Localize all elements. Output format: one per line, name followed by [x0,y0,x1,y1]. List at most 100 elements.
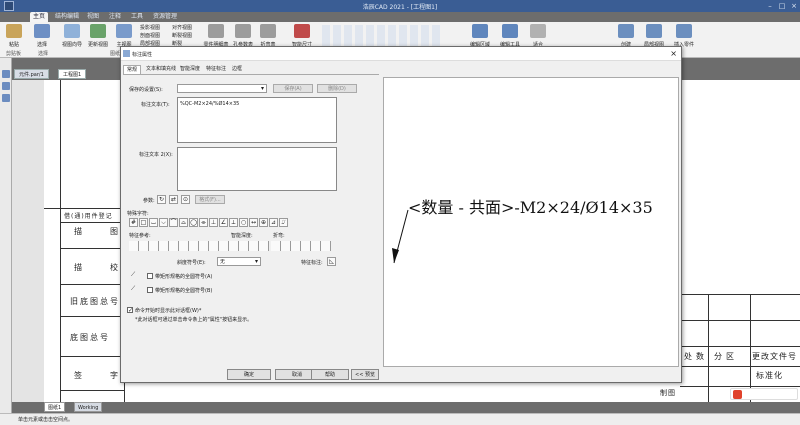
close-icon[interactable]: × [788,1,800,11]
group-clipboard: 剪贴板 [6,51,22,57]
dialog-titlebar: 标注属性 × [121,47,681,61]
special-char-icon[interactable]: ⌒ [169,218,178,227]
special-char-icon[interactable]: ⊥ [209,218,218,227]
row-base-number: 底图总号 [70,333,110,342]
special-char-icon[interactable]: ⊿ [269,218,278,227]
bevel-label: 斜度符号(E): [177,260,206,266]
ime-toolbar[interactable] [730,388,798,400]
tool-icon-3[interactable] [2,94,10,102]
special-char-icon[interactable]: ⌓ [179,218,188,227]
help-button[interactable]: 帮助 [311,369,349,380]
tool-icon-2[interactable] [2,82,10,90]
status-bar: 单击元素或击击空间点。 [0,413,800,425]
menu-tab-resources[interactable]: 资源管理 [150,12,180,22]
preview-callout-text: <数量 - 共面>-M2×24/Ø14×35 [408,198,653,217]
row-check: 描 校 [74,263,122,272]
row-signature: 签 字 [74,371,122,380]
param-icon-2[interactable]: ⇄ [169,195,178,204]
feature-ref-label: 特征参考: [129,233,151,239]
sheet-tab-working[interactable]: Working [74,402,103,412]
break-view-item[interactable]: 断裂视图 [172,32,192,39]
menu-tab-home[interactable]: 主页 [30,12,49,22]
menu-tab-structure[interactable]: 结构编辑 [52,12,82,22]
special-char-icon[interactable]: # [129,218,138,227]
footer-count: 处数 [684,352,708,361]
special-char-icon[interactable]: □ [139,218,148,227]
tab-smart-depth[interactable]: 智能深度 [177,65,203,74]
drawing-margin [12,80,44,402]
dialog-title: 标注属性 [132,52,153,58]
drafter-label: 制图 [660,389,676,397]
arrow-icon-1: ⟋ [131,271,136,278]
doctab-part[interactable]: 元件.par/1 [14,69,49,79]
special-char-icon[interactable]: ⌵ [159,218,168,227]
tab-feature-callout[interactable]: 特征标注 [203,65,229,74]
menu-tab-view[interactable]: 视图 [84,12,102,22]
special-char-icon[interactable]: ⟂ [229,218,238,227]
bevel-select[interactable]: 无 ▾ [217,257,261,266]
param-icon-1[interactable]: ↻ [157,195,166,204]
special-chars-label: 特殊字符: [127,211,149,217]
tab-border[interactable]: 边框 [229,65,245,74]
special-char-icon[interactable]: ◯ [189,218,198,227]
section-view-item[interactable]: 剖面视图 [140,32,160,39]
checkbox-b-label: 带矩形规格的全圆符号(B) [155,288,213,294]
feature-note-icon[interactable]: ◺ [327,257,336,266]
special-char-icon[interactable]: ⌴ [149,218,158,227]
checkbox-a-label: 带矩形规格的全圆符号(A) [155,274,213,280]
special-chars-row: # □ ⌴ ⌵ ⌒ ⌓ ◯ ⌯ ⊥ ∠ ⟂ ○ ↔ ⊕ ⊿ ⌰ [129,218,299,228]
show-dialog-label: 命令开始时显示此对话框(W)* [135,308,202,314]
window-title: 浩辰CAD 2021 - [工程图1] [362,4,438,11]
special-char-icon[interactable]: ↔ [249,218,258,227]
left-toolbar [0,58,12,413]
update-view-button[interactable]: 更新视图 [86,24,110,62]
special-char-icon[interactable]: ⌰ [279,218,288,227]
row-trace: 描 图 [74,227,122,236]
save-button[interactable]: 保存(A) [273,84,313,93]
annotation-text2-input[interactable] [177,147,337,191]
annotation-text2-label: 标注文本 2(X): [139,152,173,158]
param-icon-3[interactable]: ⊙ [181,195,190,204]
fold-row[interactable] [271,241,331,251]
special-char-icon[interactable]: ⌯ [199,218,208,227]
group-select: 选择 [38,51,49,57]
document-tabs: 元件.par/1 工程图1 [12,68,122,79]
maximize-icon[interactable]: □ [776,1,788,11]
doctab-drawing[interactable]: 工程图1 [58,69,87,79]
format-button[interactable]: 格式(F)... [195,195,225,204]
sheet-tabs: 图纸1 Working [12,402,132,412]
checkbox-b[interactable] [147,287,153,293]
status-text: 单击元素或击击空间点。 [18,417,74,423]
special-char-icon[interactable]: ∠ [219,218,228,227]
minimize-icon[interactable]: – [764,1,776,11]
special-char-icon[interactable]: ○ [239,218,248,227]
saved-settings-label: 保存的设置(S): [129,87,163,93]
dialog-close-icon[interactable]: × [670,49,677,58]
projection-view-item[interactable]: 投影视图 [140,24,160,31]
feature-note-label: 特征标注: [301,260,323,266]
special-char-icon[interactable]: ⊕ [259,218,268,227]
params-label: 参数: [143,198,155,204]
annotation-properties-dialog: 标注属性 × 常规 文本和填充线 智能深度 特征标注 边框 保存的设置(S): … [120,46,682,383]
smart-depth-label: 智能深度: [231,233,253,239]
title-bar: 浩辰CAD 2021 - [工程图1] – □ × [0,0,800,12]
fold-label: 折弯: [273,233,285,239]
saved-settings-select[interactable]: ▾ [177,84,267,93]
tab-text-fill[interactable]: 文本和填充线 [143,65,179,74]
tab-general[interactable]: 常规 [123,65,142,74]
menu-tab-annotate[interactable]: 注释 [106,12,124,22]
show-dialog-checkbox[interactable]: ✓ [127,307,133,314]
annotation-text-label: 标注文本(T): [141,102,170,108]
sheet-tab-1[interactable]: 图纸1 [44,402,66,412]
feature-ref-row[interactable] [129,241,269,251]
delete-button[interactable]: 删除(D) [317,84,357,93]
view-wizard-button[interactable]: 视图向导 [60,24,84,62]
menu-tab-tools[interactable]: 工具 [128,12,146,22]
arrow-icon-2: ⟋ [131,285,136,292]
checkbox-a[interactable] [147,273,153,279]
ok-button[interactable]: 确定 [227,369,271,380]
align-view-item[interactable]: 对齐视图 [172,24,192,31]
preview-toggle-button[interactable]: << 预览 [351,369,379,380]
annotation-text-input[interactable]: %QC-M2×24/%Ø14×35 [177,97,337,143]
tool-icon-1[interactable] [2,70,10,78]
